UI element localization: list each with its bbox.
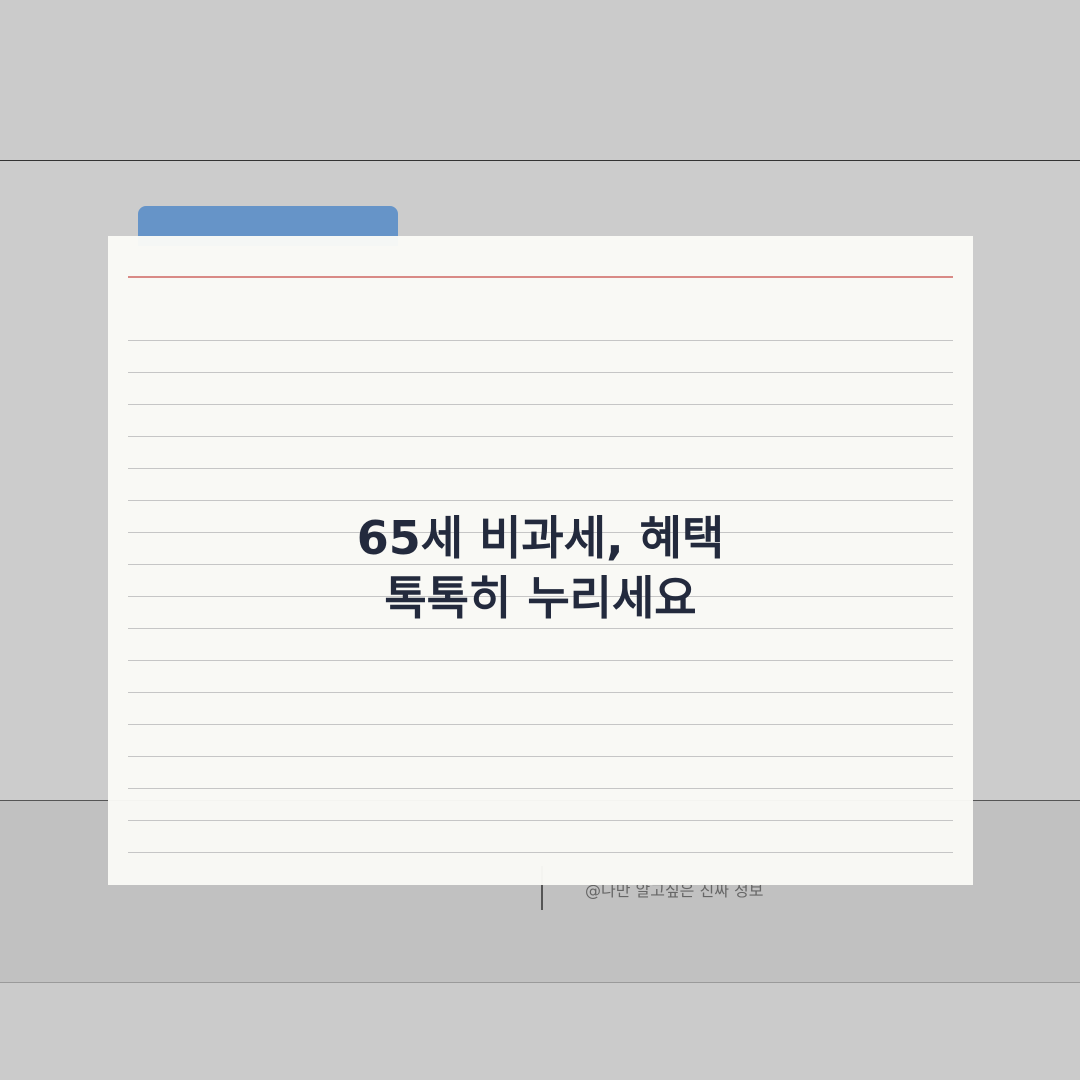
ruled-line xyxy=(128,404,953,405)
card-title: 65세 비과세, 혜택 톡톡히 누리세요 xyxy=(108,508,973,628)
margin-line xyxy=(128,276,953,278)
ruled-line xyxy=(128,500,953,501)
ruled-line xyxy=(128,724,953,725)
bottom-background xyxy=(0,983,1080,1080)
ruled-line xyxy=(128,692,953,693)
ruled-line xyxy=(128,436,953,437)
ruled-line xyxy=(128,820,953,821)
note-card: 65세 비과세, 혜택 톡톡히 누리세요 xyxy=(108,236,973,885)
ruled-line xyxy=(128,852,953,853)
ruled-line xyxy=(128,468,953,469)
ruled-line xyxy=(128,372,953,373)
ruled-line xyxy=(128,756,953,757)
card-title-line-1: 65세 비과세, 혜택 xyxy=(356,511,725,565)
card-title-line-2: 톡톡히 누리세요 xyxy=(384,571,697,625)
ruled-line xyxy=(128,788,953,789)
ruled-line xyxy=(128,660,953,661)
ruled-line xyxy=(128,628,953,629)
ruled-line xyxy=(128,340,953,341)
